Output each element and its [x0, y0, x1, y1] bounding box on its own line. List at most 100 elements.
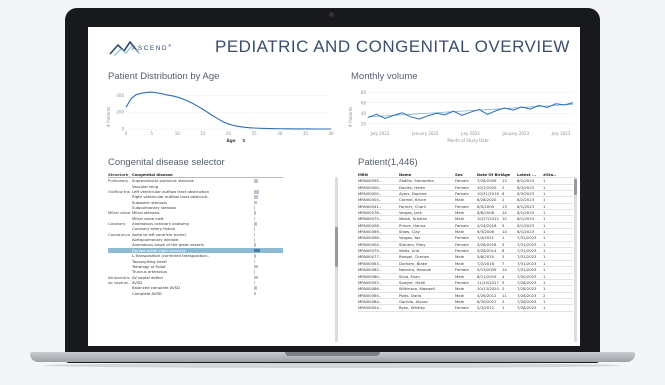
patient-cell: 8 [502, 248, 505, 254]
age-ylabel: # Patients [106, 107, 111, 128]
monthly-data-point [401, 112, 403, 114]
patient-cell: Male [455, 216, 464, 222]
patient-cell: Wilkinson, Maxwell [399, 286, 435, 292]
count-bar [254, 190, 259, 194]
patient-col-header[interactable]: Sex [455, 172, 477, 177]
count-bar [254, 216, 255, 221]
patient-cell: 1 [543, 184, 546, 190]
sort-icon[interactable]: ⇅ [242, 138, 246, 143]
patient-cell: 6/3/2023 [517, 184, 535, 190]
age-data-point [212, 115, 214, 117]
patient-cell: 7/28/2023 [517, 292, 537, 298]
monthly-data-point [555, 103, 557, 105]
patient-cell: Female [455, 184, 469, 190]
patient-scrollbar[interactable] [574, 177, 577, 342]
patient-col-header[interactable]: Name [399, 172, 454, 177]
patient-col-header[interactable]: MRN [358, 172, 398, 177]
patient-cell: 1 [543, 203, 546, 209]
patient-col-header[interactable]: Latest ... [517, 172, 542, 177]
age-data-point [228, 123, 229, 125]
patient-cell: 14 [502, 210, 507, 216]
patient-col-header[interactable]: #Stu.. [543, 172, 561, 177]
patient-cell: 2 [502, 184, 505, 190]
count-bar [254, 291, 257, 296]
count-bar [254, 286, 257, 290]
page-title: PEDIATRIC AND CONGENITAL OVERVIEW [215, 37, 570, 56]
monthly-data-point [529, 108, 531, 110]
lid-notch [285, 352, 380, 356]
patient-cell: 1 [543, 197, 546, 203]
patient-cell: Female [455, 178, 469, 184]
patient-cell: MRN00041.. [358, 203, 382, 209]
x-tick-label: July 2022 [370, 131, 390, 136]
patient-cell: Male [455, 197, 464, 203]
patient-cell: 1 [543, 178, 546, 184]
patient-row[interactable]: MRN00054.. Ryan, Whitley Female 2/3/2022 1 7/… [358, 305, 573, 312]
count-bar [254, 200, 257, 205]
patient-cell: 6/1/2023 [517, 229, 535, 235]
patient-cell: MRN00063.. [358, 260, 382, 266]
y-tick-label: 60 [361, 100, 367, 105]
age-data-point [161, 93, 163, 94]
age-data-point [305, 128, 306, 130]
patient-cell: 10/7/2020 [477, 184, 497, 190]
patient-cell: 5 [502, 222, 505, 228]
patient-cell: Garrido, Alvaro [399, 298, 428, 304]
patient-cell: 7/31/2023 [517, 241, 537, 247]
age-data-point [136, 94, 137, 95]
monthly-data-point [564, 104, 565, 106]
patient-cell: 2 [502, 298, 505, 304]
count-bar [254, 270, 256, 274]
patient-cell: 5 [502, 241, 505, 247]
age-data-point [284, 128, 286, 130]
monthly-data-point [470, 111, 471, 113]
scrollbar-thumb[interactable] [335, 227, 338, 267]
age-data-point [125, 106, 127, 108]
x-tick-label: July 2023 [551, 131, 571, 136]
patient-cell: 7/28/2009 [477, 178, 497, 184]
age-data-point [259, 127, 260, 129]
age-chart-title: Patient Distribution by Age [108, 71, 220, 82]
patient-col-header[interactable]: Date Of Birth [477, 172, 502, 177]
x-tick-label: 5 [150, 131, 153, 136]
patient-cell: Potts, Dario [399, 292, 422, 298]
age-data-point [197, 106, 198, 107]
patient-cell: 7 [502, 260, 505, 266]
patient-cell: 1 [543, 279, 546, 285]
col-disease[interactable]: Congenital disease [132, 172, 258, 177]
patient-cell: Silva, Evan [399, 273, 420, 279]
monthly-data-point [367, 117, 369, 118]
age-data-point [330, 128, 332, 130]
patient-cell: 14 [502, 229, 507, 235]
patient-cell: MRN00065.. [358, 292, 382, 298]
patient-col-header[interactable]: Age [502, 172, 516, 177]
age-data-point [325, 128, 327, 130]
patient-cell: Prince, Hanna [399, 222, 426, 228]
patient-cell: 1 [543, 286, 546, 292]
scrollbar-thumb[interactable] [574, 179, 577, 195]
monthly-data-point [444, 114, 446, 116]
patient-cell: 1 [543, 191, 546, 197]
dashboard-header: ASCEND® PEDIATRIC AND CONGENITAL OVERVIE… [88, 27, 580, 67]
y-tick-label: 400 [116, 93, 124, 98]
patient-cell: Carmel, Bruce [399, 197, 426, 203]
patient-cell: MRN00054.. [358, 305, 382, 311]
selector-scrollbar[interactable] [335, 177, 338, 342]
age-data-point [320, 128, 321, 130]
patient-cell: MRN00000.. [358, 191, 382, 197]
monthly-data-point [487, 114, 488, 115]
patient-cell: 1 [543, 260, 546, 266]
count-bar [254, 179, 258, 183]
patient-cell: 7/28/2023 [517, 298, 537, 304]
age-data-point [130, 98, 132, 100]
patient-cell: 7/4/2021 [477, 235, 495, 241]
selector-row[interactable]: Complete AVSD [108, 291, 283, 296]
patient-cell: Durham, Blake [399, 260, 428, 266]
patient-cell: Female [455, 241, 469, 247]
age-data-point [253, 127, 255, 129]
monthly-xlabel: Month of Study Date [447, 138, 489, 143]
col-structure[interactable]: Structure J [108, 172, 130, 177]
patient-cell: 10 [502, 216, 507, 222]
patient-cell: 8/5/2009 [477, 203, 495, 209]
x-tick-label: 40 [328, 131, 334, 136]
